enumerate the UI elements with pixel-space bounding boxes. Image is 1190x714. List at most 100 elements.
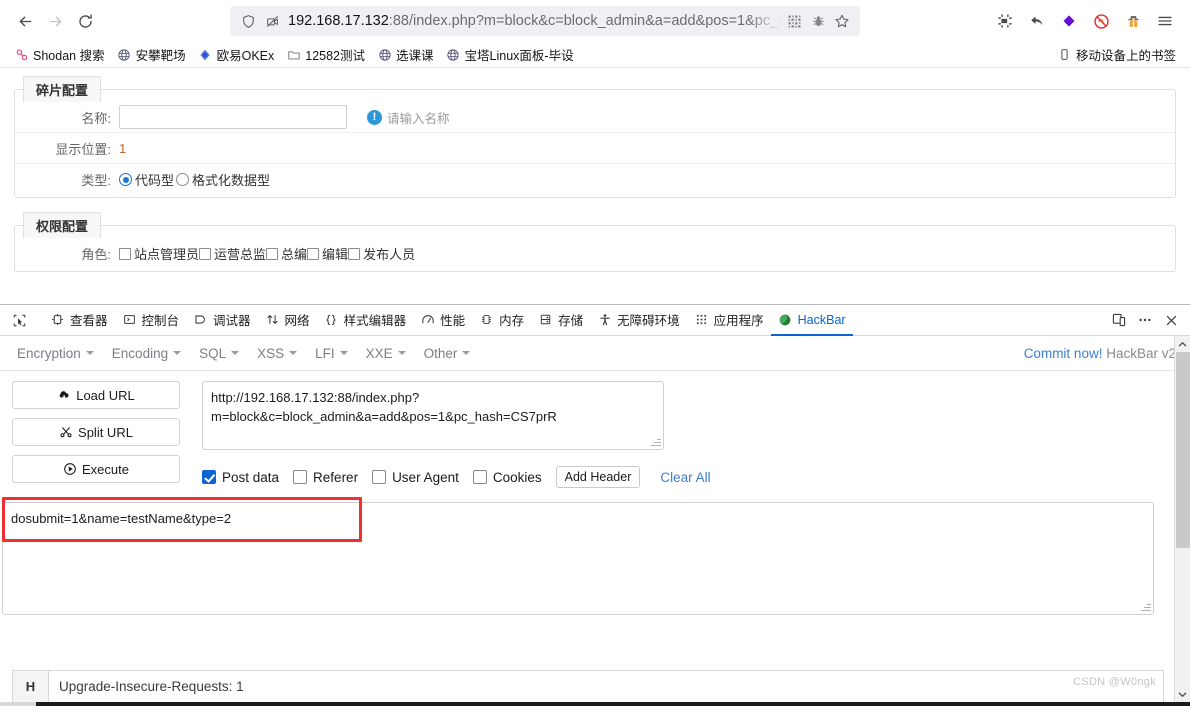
browser-navigation-toolbar: 192.168.17.132:88/index.php?m=block&c=bl… [0,0,1190,42]
radio-option-code-type[interactable]: 代码型 [119,170,174,189]
radio-button-icon[interactable] [176,173,190,186]
checkbox-referer[interactable]: Referer [293,470,358,485]
tab-hackbar[interactable]: HackBar [770,305,853,336]
shield-icon[interactable] [236,10,260,32]
radio-option-formatted-data-type[interactable]: 格式化数据型 [176,170,270,189]
more-options-icon[interactable] [1132,307,1158,333]
bookmark-anquan-range[interactable]: 安攀靶场 [111,44,192,65]
split-url-button[interactable]: Split URL [12,418,180,446]
diamond-extension-icon[interactable] [1054,6,1084,36]
info-icon: ! [367,109,382,125]
clear-all-link[interactable]: Clear All [660,470,710,485]
checkbox-option-chief-editor[interactable]: 总编 [266,244,307,263]
permission-config-panel: 权限配置 角色: 站点管理员 运营总监 总编 编辑 发布人员 [14,212,1176,272]
menu-xxe[interactable]: XXE [357,342,415,365]
accessibility-icon [597,312,612,327]
undo-arrow-icon[interactable] [1022,6,1052,36]
menu-xss[interactable]: XSS [248,342,306,365]
checkbox-icon[interactable] [372,470,387,484]
tab-accessibility[interactable]: 无障碍环境 [590,305,687,336]
address-bar[interactable]: 192.168.17.132:88/index.php?m=block&c=bl… [230,6,860,36]
scroll-down-icon[interactable] [1175,686,1190,702]
bookmark-baota-panel[interactable]: 宝塔Linux面板-毕设 [440,44,580,65]
reload-button[interactable] [70,6,100,36]
checkbox-icon[interactable] [119,247,131,260]
tab-inspector[interactable]: 查看器 [43,305,115,336]
menu-encryption[interactable]: Encryption [8,342,103,365]
checkbox-icon[interactable] [199,247,212,260]
hackbar-panel: Encryption Encoding SQL XSS LFI XXE Othe… [0,336,1190,702]
checkbox-option-operations-director[interactable]: 运营总监 [199,244,266,263]
tab-application[interactable]: 应用程序 [687,305,771,336]
name-input[interactable] [119,105,347,129]
checkbox-option-site-admin[interactable]: 站点管理员 [119,244,199,263]
tab-memory[interactable]: 内存 [472,305,531,336]
tab-performance[interactable]: 性能 [413,305,472,336]
menu-label: XSS [257,345,285,361]
tab-network[interactable]: 网络 [258,305,317,336]
close-icon[interactable] [1158,307,1184,333]
qrcode-icon[interactable] [782,10,806,32]
menu-other[interactable]: Other [415,342,480,365]
bookmark-xuankeke[interactable]: 选课课 [371,44,440,65]
tab-label: 存储 [558,314,584,328]
bookmark-folder-12582[interactable]: 12582测试 [280,44,371,65]
checkbox-cookies[interactable]: Cookies [472,470,542,485]
roles-label: 角色: [81,247,111,262]
bug-icon[interactable] [806,10,830,32]
memory-icon [479,312,494,327]
checkbox-user-agent[interactable]: User Agent [372,470,459,485]
tabbar-spacer [853,305,1106,335]
scroll-up-icon[interactable] [1175,336,1190,352]
bookmark-mobile-bookmarks[interactable]: 移动设备上的书签 [1051,44,1182,65]
header-value-text[interactable]: Upgrade-Insecure-Requests: 1 [49,671,1163,702]
radio-button-icon[interactable] [119,173,132,186]
bookmarks-toolbar: Shodan 搜索 安攀靶场 欧易OKEx 12582测试 选课课 宝塔Linu… [0,42,1190,68]
back-button[interactable] [10,6,40,36]
bookmark-shodan[interactable]: Shodan 搜索 [8,44,111,65]
form-row-position: 显示位置: 1 [15,133,1175,164]
execute-button[interactable]: Execute [12,455,180,483]
tab-label: 应用程序 [713,314,764,328]
checkbox-icon[interactable] [307,247,320,260]
tab-style-editor[interactable]: 样式编辑器 [317,305,414,336]
hackbar-options-row: Post data Referer User Agent Cookies Add… [202,466,1176,488]
checkbox-option-editor[interactable]: 编辑 [307,244,348,263]
load-url-button[interactable]: Load URL [12,381,180,409]
checkbox-icon[interactable] [266,247,279,260]
scrollbar-track[interactable] [1175,352,1190,686]
commit-now-link[interactable]: Commit now! HackBar v2 [1024,346,1190,361]
menu-lfi[interactable]: LFI [306,342,357,365]
menu-sql[interactable]: SQL [190,342,248,365]
url-input[interactable] [202,381,664,450]
screenshot-crop-icon[interactable] [990,6,1020,36]
element-picker-icon[interactable] [6,307,32,333]
checkbox-icon[interactable] [348,247,361,260]
url-host: 192.168.17.132 [288,13,389,29]
tab-storage[interactable]: 存储 [531,305,590,336]
responsive-design-mode-icon[interactable] [1106,307,1132,333]
bookmark-okex[interactable]: 欧易OKEx [192,44,281,65]
star-icon[interactable] [830,10,854,32]
scrollbar-thumb[interactable] [1175,352,1190,548]
hackbar-scrollbar[interactable] [1174,336,1190,702]
checkbox-icon[interactable] [202,470,216,484]
url-text[interactable]: 192.168.17.132:88/index.php?m=block&c=bl… [288,6,782,36]
tab-debugger[interactable]: 调试器 [186,305,258,336]
camera-blocked-icon[interactable] [260,10,284,32]
application-icon [694,312,709,327]
tab-console[interactable]: 控制台 [115,305,187,336]
browser-chrome: 192.168.17.132:88/index.php?m=block&c=bl… [0,0,1190,68]
menu-encoding[interactable]: Encoding [103,342,190,365]
privacy-agent-icon[interactable] [1118,6,1148,36]
checkbox-option-publisher[interactable]: 发布人员 [348,244,415,263]
bookmark-label: 移动设备上的书签 [1075,49,1176,63]
forward-button[interactable] [40,6,70,36]
add-header-button[interactable]: Add Header [555,466,641,488]
post-data-input[interactable] [2,502,1154,615]
checkbox-icon[interactable] [472,470,487,484]
checkbox-icon[interactable] [293,470,308,484]
app-menu-icon[interactable] [1150,6,1180,36]
adblock-icon[interactable] [1086,6,1116,36]
checkbox-post-data[interactable]: Post data [202,470,279,485]
